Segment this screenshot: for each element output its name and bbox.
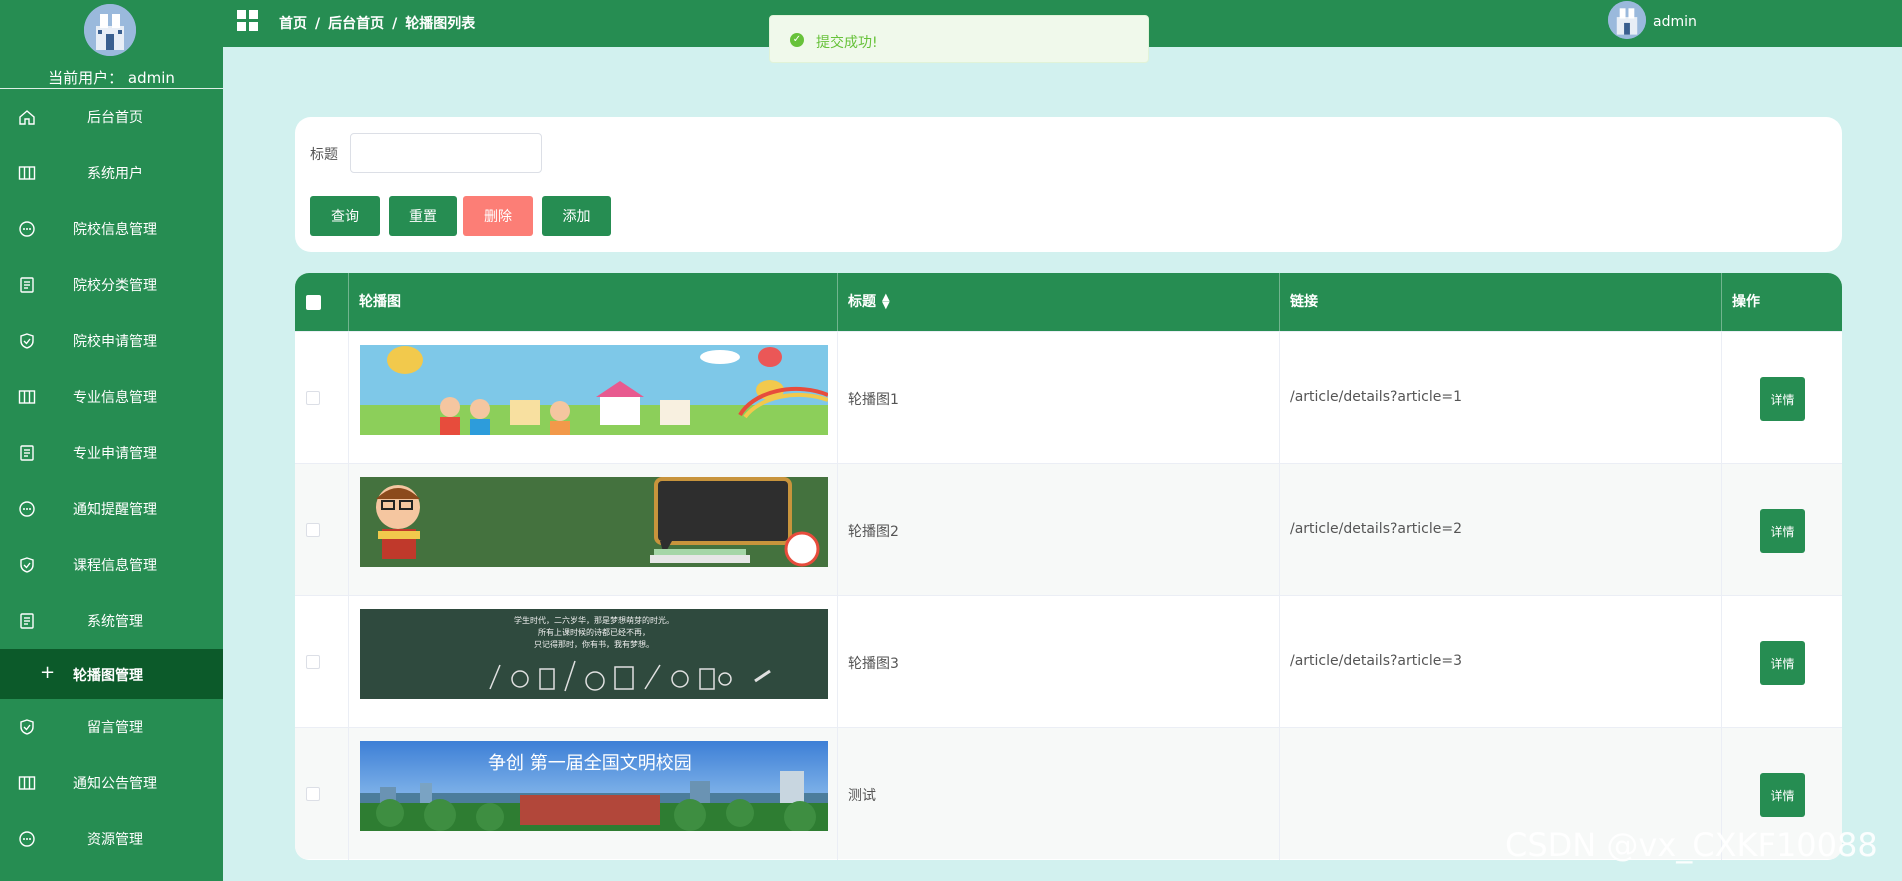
sidebar-item-label: 院校信息管理 — [73, 222, 157, 238]
watermark: CSDN @vx_CXKF10088 — [1505, 826, 1878, 864]
carousel-image-1 — [360, 345, 828, 435]
sidebar-item[interactable]: 留言管理 — [0, 699, 223, 755]
title-cell — [838, 332, 1280, 464]
sort-icon[interactable]: ▲ ▼ — [882, 293, 890, 311]
title-cell — [838, 464, 1280, 596]
sidebar-item-label: 后台首页 — [87, 110, 143, 126]
breadcrumb: 首页 / 后台首页 / 轮播图列表 — [279, 13, 475, 33]
carousel-image-2 — [360, 477, 828, 567]
search-panel: 标题 查询 重置 删除 添加 — [295, 117, 1842, 252]
banner-text: 争创 第一届全国文明校园 — [488, 753, 692, 774]
success-toast: ✓ 提交成功! — [769, 15, 1149, 63]
success-check-icon: ✓ — [790, 33, 804, 47]
sidebar-item-label: 院校分类管理 — [73, 278, 157, 294]
sidebar-item-label: 留言管理 — [87, 720, 143, 736]
sidebar-item[interactable]: 通知公告管理 — [0, 755, 223, 811]
sidebar-item-label: 专业信息管理 — [73, 390, 157, 406]
sidebar-item-label: 通知公告管理 — [73, 776, 157, 792]
row-link: /article/details?article=1 — [1290, 389, 1462, 405]
row-link: /article/details?article=2 — [1290, 521, 1462, 537]
sidebar-item-label: 系统用户 — [87, 166, 143, 182]
sidebar-item-label: 资源管理 — [87, 832, 143, 848]
detail-button[interactable]: 详情 — [1760, 377, 1805, 421]
header-title[interactable]: 标题 ▲ ▼ — [838, 273, 1280, 331]
current-user-label: 当前用户： admin — [48, 69, 175, 87]
header-title-label: 标题 — [848, 294, 876, 310]
row-select-cell — [295, 728, 349, 860]
header-image: 轮播图 — [349, 273, 838, 331]
top-username[interactable]: admin — [1653, 14, 1697, 30]
row-select-cell — [295, 332, 349, 464]
header-select-cell — [295, 273, 349, 331]
row-checkbox[interactable] — [306, 787, 320, 801]
row-title: 轮播图2 — [848, 524, 899, 540]
select-all-checkbox[interactable] — [306, 295, 321, 310]
title-cell — [838, 596, 1280, 728]
sidebar-item-label: 专业申请管理 — [73, 446, 157, 462]
header-link: 链接 — [1280, 273, 1722, 331]
detail-button[interactable]: 详情 — [1760, 509, 1805, 553]
header-image-label: 轮播图 — [359, 294, 401, 310]
sidebar-item[interactable]: 资源管理 — [0, 811, 223, 867]
row-title: 轮播图1 — [848, 392, 899, 408]
sidebar: 当前用户： admin 后台首页系统用户院校信息管理 院校分类管理 院校申请管理 专业… — [0, 0, 223, 881]
title-cell — [838, 728, 1280, 860]
breadcrumb-home[interactable]: 首页 — [279, 16, 307, 32]
detail-button[interactable]: 详情 — [1760, 641, 1805, 685]
table-row: 轮播图2 /article/details?article=2 详情 — [295, 463, 1842, 596]
carousel-image-4: 争创 第一届全国文明校园 — [360, 741, 828, 831]
carousel-image-3: 学生时代，二六岁华，那是梦想萌芽的时光。 所有上课时候的诗都已经不再， 只记得那… — [360, 609, 828, 699]
sidebar-item[interactable]: 院校信息管理 — [0, 201, 223, 257]
reset-button[interactable]: 重置 — [389, 196, 457, 236]
sidebar-item-label: 课程信息管理 — [73, 558, 157, 574]
sidebar-header: 当前用户： admin — [0, 0, 223, 89]
table-row: 轮播图1 /article/details?article=1 详情 — [295, 331, 1842, 464]
toast-message: 提交成功! — [816, 35, 878, 51]
sidebar-item[interactable]: 课程信息管理 — [0, 537, 223, 593]
breadcrumb-current: 轮播图列表 — [405, 16, 476, 32]
sidebar-item-label: 院校申请管理 — [73, 334, 157, 350]
grid-menu-icon[interactable] — [237, 10, 259, 32]
header-actions-label: 操作 — [1732, 294, 1760, 310]
banner-text-line: 所有上课时候的诗都已经不再， — [538, 627, 650, 637]
header-actions: 操作 — [1722, 273, 1842, 331]
row-checkbox[interactable] — [306, 523, 320, 537]
row-select-cell — [295, 596, 349, 728]
sidebar-item[interactable]: 后台首页 — [0, 89, 223, 145]
banner-text-line: 只记得那时，你有书，我有梦想。 — [534, 639, 654, 649]
table-row: 学生时代，二六岁华，那是梦想萌芽的时光。 所有上课时候的诗都已经不再， 只记得那… — [295, 595, 1842, 728]
table-header: 轮播图 标题 ▲ ▼ 链接 操作 — [295, 273, 1842, 331]
title-search-input[interactable] — [350, 133, 542, 173]
row-checkbox[interactable] — [306, 655, 320, 669]
carousel-table: 轮播图 标题 ▲ ▼ 链接 操作 轮播图1 /article/details?a… — [295, 273, 1842, 860]
sidebar-item[interactable]: 专业信息管理 — [0, 369, 223, 425]
breadcrumb-dashboard[interactable]: 后台首页 — [328, 16, 384, 32]
delete-button[interactable]: 删除 — [463, 196, 533, 236]
title-field-label: 标题 — [310, 147, 338, 163]
detail-button[interactable]: 详情 — [1760, 773, 1805, 817]
add-button[interactable]: 添加 — [542, 196, 611, 236]
avatar — [84, 4, 136, 56]
sidebar-item-label: 轮播图管理 — [73, 668, 143, 684]
query-button[interactable]: 查询 — [310, 196, 380, 236]
breadcrumb-separator: / — [392, 16, 398, 32]
row-select-cell — [295, 464, 349, 596]
breadcrumb-separator: / — [315, 16, 321, 32]
sidebar-item[interactable]: 系统用户 — [0, 145, 223, 201]
sidebar-item[interactable]: 系统管理 — [0, 593, 223, 649]
sidebar-item[interactable]: 院校申请管理 — [0, 313, 223, 369]
banner-text-line: 学生时代，二六岁华，那是梦想萌芽的时光。 — [514, 615, 674, 625]
sidebar-item-carousel-management[interactable]: + 轮播图管理 — [0, 649, 223, 699]
sidebar-item-label: 通知提醒管理 — [73, 502, 157, 518]
sidebar-item[interactable]: 专业申请管理 — [0, 425, 223, 481]
sidebar-item[interactable]: 通知提醒管理 — [0, 481, 223, 537]
sidebar-item-label: 系统管理 — [87, 614, 143, 630]
row-link: /article/details?article=3 — [1290, 653, 1462, 669]
sidebar-item[interactable]: 院校分类管理 — [0, 257, 223, 313]
row-checkbox[interactable] — [306, 391, 320, 405]
header-link-label: 链接 — [1290, 294, 1318, 310]
row-title: 测试 — [848, 788, 876, 804]
user-avatar[interactable] — [1608, 1, 1646, 39]
row-title: 轮播图3 — [848, 656, 899, 672]
